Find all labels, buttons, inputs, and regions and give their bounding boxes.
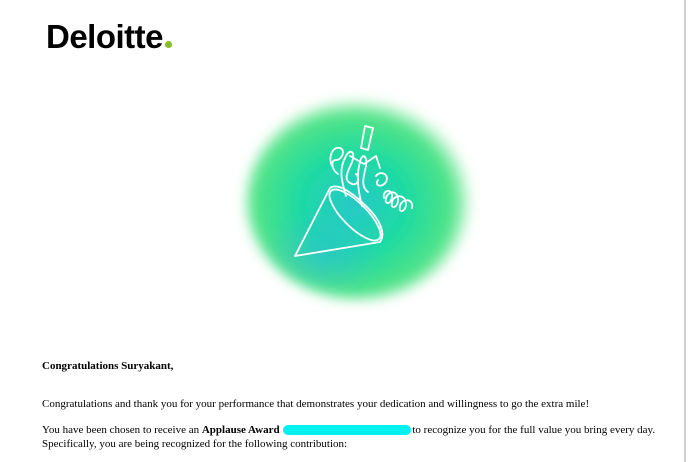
contribution-intro: Specifically, you are being recognized f… [42,438,348,450]
award-suffix: to recognize you for the full value you … [412,424,656,436]
thanks-paragraph: Congratulations and thank you for your p… [42,398,590,410]
logo-text: Deloitte [46,18,164,55]
deloitte-logo: Deloitte [46,18,173,55]
email-body: Deloitte Congratulations Suryakant, Cong… [0,0,686,462]
award-paragraph: You have been chosen to receive an Appla… [42,423,655,437]
award-prefix: You have been chosen to receive an [42,424,202,436]
hero-illustration [230,90,480,312]
party-popper-icon [246,100,470,300]
greeting-text: Congratulations Suryakant, [42,360,174,372]
logo-dot [165,41,173,48]
redaction-mark [283,425,412,436]
award-name: Applause Award [201,424,280,436]
